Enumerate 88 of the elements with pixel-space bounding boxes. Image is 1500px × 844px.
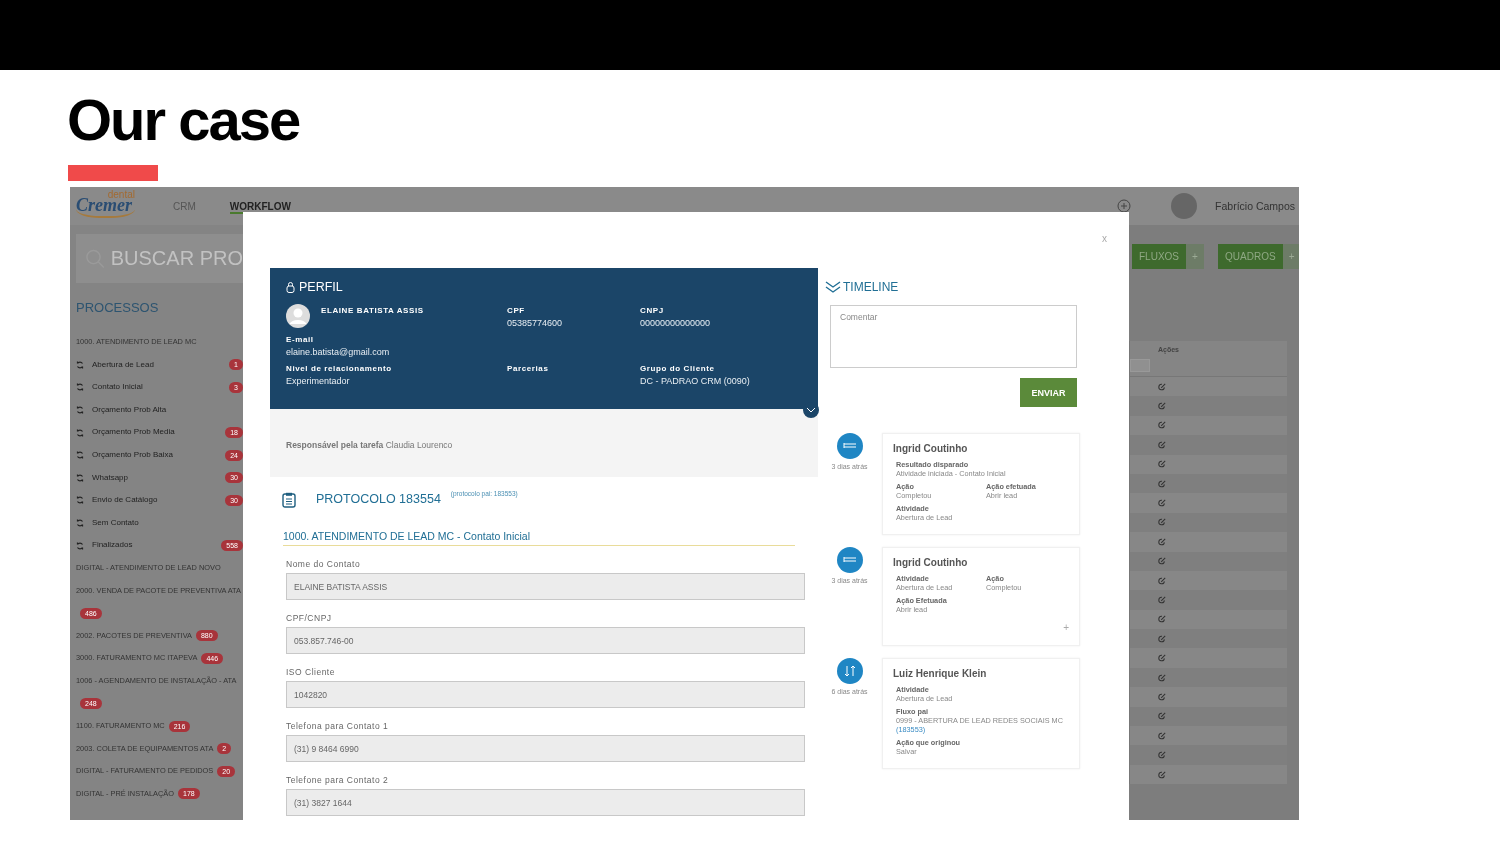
edit-icon[interactable] — [1158, 499, 1166, 508]
edit-icon[interactable] — [1158, 479, 1166, 488]
field-label: CNPJ — [640, 305, 665, 317]
process-step[interactable]: Contato Inicial — [92, 376, 143, 399]
process-step[interactable]: Envio de Catálogo — [92, 489, 158, 512]
sync-icon — [76, 406, 84, 415]
field-value: 00000000000000 — [640, 317, 712, 330]
edit-icon[interactable] — [1158, 382, 1166, 391]
customer-name: ELAINE BATISTA ASSIS — [321, 305, 424, 317]
field-label: CPF — [507, 305, 526, 317]
edit-icon[interactable] — [1158, 596, 1166, 604]
field-label: Nome do Contato — [286, 559, 361, 569]
author-name: Ingrid Coutinho — [893, 443, 969, 454]
sync-icon — [76, 451, 84, 460]
logo: dental Cremer — [76, 189, 139, 218]
edit-icon[interactable] — [1158, 615, 1166, 624]
user-name[interactable]: Fabrício Campos — [1215, 200, 1295, 212]
field-label: E-mail — [286, 334, 315, 346]
close-button[interactable]: x — [1102, 233, 1107, 244]
input-field[interactable]: (31) 9 8464 6990 — [286, 735, 805, 762]
edit-icon[interactable] — [1158, 537, 1166, 546]
edit-icon[interactable] — [1158, 557, 1166, 566]
input-field[interactable]: 053.857.746-00 — [286, 627, 805, 654]
field-label: Nivel de relacionamento — [286, 363, 393, 375]
expand-button[interactable]: + — [1063, 622, 1069, 633]
double-chevron-icon — [825, 280, 841, 294]
input-field[interactable]: 1042820 — [286, 681, 805, 708]
field-value: Experimentador — [286, 375, 351, 388]
process-step[interactable]: Sem Contato — [92, 511, 139, 535]
list-icon — [836, 547, 863, 573]
lock-icon — [286, 281, 295, 293]
edit-icon[interactable] — [1158, 421, 1166, 430]
section-title: PROCESSOS — [76, 300, 159, 315]
panel-title: PERFIL — [299, 280, 343, 294]
filter-field[interactable] — [1130, 359, 1150, 372]
arrows-icon — [836, 658, 863, 684]
list-icon — [836, 433, 863, 459]
sync-icon — [76, 541, 84, 550]
process-step[interactable]: Orçamento Prob Baixa — [92, 443, 173, 467]
process-step[interactable]: Whatsapp — [92, 466, 129, 490]
field-label: Grupo do Cliente — [640, 363, 716, 375]
process-step[interactable]: Orçamento Prob Alta — [92, 398, 167, 422]
field-label: Telefona para Contato 1 — [286, 721, 389, 731]
sync-icon — [76, 360, 84, 369]
field-value: DC - PADRAO CRM (0090) — [640, 375, 751, 388]
sync-icon — [76, 519, 84, 528]
sync-icon — [76, 496, 84, 505]
toolbar-button[interactable]: FLUXOS — [1132, 244, 1186, 269]
sync-icon — [76, 473, 84, 482]
process-step[interactable]: Finalizados — [92, 534, 133, 557]
protocol-title: PROTOCOLO 183554 — [316, 492, 441, 506]
input-field[interactable]: (31) 3827 1644 — [286, 789, 805, 816]
field-label: Parcerias — [507, 363, 550, 375]
field-label: Telefone para Contato 2 — [286, 775, 389, 785]
sync-icon — [76, 428, 84, 437]
clipboard-icon — [282, 492, 296, 508]
send-button[interactable]: ENVIAR — [1020, 378, 1077, 407]
sync-icon — [76, 383, 84, 392]
field-label: CPF/CNPJ — [286, 613, 332, 623]
toolbar-button[interactable]: QUADROS — [1218, 244, 1283, 269]
add-icon[interactable] — [1117, 199, 1132, 213]
avatar-icon — [286, 304, 310, 328]
edit-icon[interactable] — [1158, 634, 1166, 643]
edit-icon[interactable] — [1158, 712, 1166, 721]
input-field[interactable]: ELAINE BATISTA ASSIS — [286, 573, 805, 600]
edit-icon[interactable] — [1158, 731, 1166, 740]
edit-icon[interactable] — [1158, 518, 1166, 527]
edit-icon[interactable] — [1158, 770, 1166, 779]
field-label: ISO Cliente — [286, 667, 335, 677]
edit-icon[interactable] — [1158, 460, 1166, 469]
edit-icon[interactable] — [1158, 673, 1166, 682]
author-name: Luiz Henrique Klein — [893, 668, 988, 679]
author-name: Ingrid Coutinho — [893, 557, 969, 568]
field-value: 05385774600 — [507, 317, 564, 330]
edit-icon[interactable] — [1158, 576, 1166, 585]
edit-icon[interactable] — [1158, 402, 1166, 411]
field-value: elaine.batista@gmail.com — [286, 346, 391, 359]
edit-icon[interactable] — [1158, 692, 1166, 701]
timeline-title: TIMELINE — [843, 280, 899, 294]
process-step[interactable]: Abertura de Lead — [92, 353, 154, 377]
slide-title: Our case — [67, 86, 300, 154]
comment-field[interactable]: Comentar — [830, 305, 1077, 368]
responsible-text: Responsável pela tarefa Claudia Lourenco — [286, 440, 453, 450]
edit-icon[interactable] — [1158, 654, 1166, 663]
edit-icon[interactable] — [1158, 440, 1166, 449]
process-step[interactable]: Orçamento Prob Media — [92, 421, 175, 444]
section-heading: 1000. ATENDIMENTO DE LEAD MC - Contato Inicial — [283, 530, 795, 546]
edit-icon[interactable] — [1158, 751, 1166, 760]
